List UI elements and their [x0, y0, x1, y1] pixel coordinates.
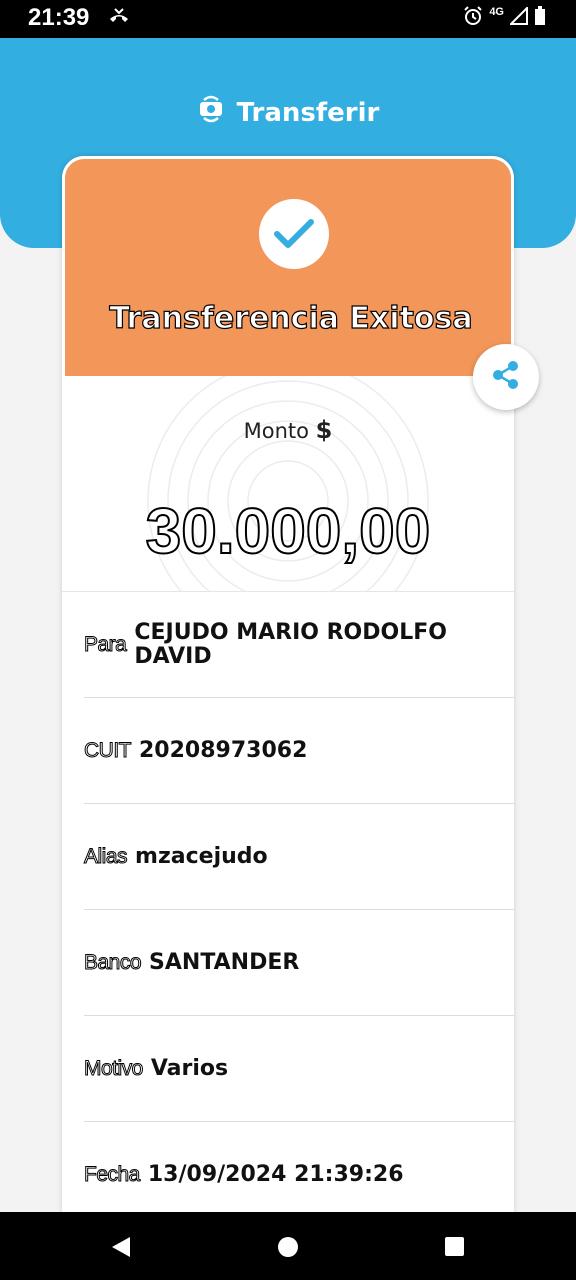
missed-call-icon	[108, 7, 130, 31]
alarm-icon	[463, 6, 483, 30]
detail-label: CUIT	[84, 738, 133, 762]
home-icon[interactable]	[278, 1237, 298, 1257]
details-list: Para CEJUDO MARIO RODOLFO DAVID CUIT 202…	[62, 591, 514, 1216]
detail-value: SANTANDER	[149, 949, 300, 975]
status-icons: 4G	[463, 5, 546, 30]
amount-section: Monto $ 30.000,00	[62, 376, 514, 591]
check-icon	[259, 199, 329, 269]
transfer-icon	[197, 94, 225, 131]
share-icon	[489, 358, 523, 396]
success-banner: Transferencia Exitosa	[62, 156, 514, 376]
detail-value: 13/09/2024 21:39:26	[147, 1161, 404, 1187]
detail-row-cuit: CUIT 20208973062	[84, 698, 514, 804]
signal-icon	[508, 5, 528, 29]
back-icon[interactable]	[110, 1236, 132, 1262]
battery-icon	[534, 6, 546, 30]
detail-value: mzacejudo	[135, 843, 268, 869]
receipt-card: Transferencia Exitosa Monto $ 30.000,00 …	[62, 156, 514, 1216]
detail-label: Motivo	[84, 1056, 144, 1080]
share-button[interactable]	[473, 344, 539, 410]
amount-value: 30.000,00	[145, 494, 432, 568]
detail-row-alias: Alias mzacejudo	[83, 804, 514, 910]
detail-value: Varios	[150, 1055, 229, 1081]
header-title-text: Transferir	[236, 97, 380, 128]
detail-label: Alias	[83, 844, 128, 868]
detail-label: Fecha	[84, 1162, 141, 1186]
recent-apps-icon[interactable]	[445, 1237, 464, 1256]
detail-value: CEJUDO MARIO RODOLFO DAVID	[134, 619, 447, 669]
detail-row-para: Para CEJUDO MARIO RODOLFO DAVID	[83, 592, 514, 698]
detail-value: 20208973062	[139, 737, 308, 763]
amount-label: Monto $	[62, 416, 514, 444]
amount-label-text: Monto	[243, 419, 309, 443]
header-title: Transferir	[0, 94, 576, 131]
network-type: 4G	[489, 6, 504, 18]
detail-label: Banco	[83, 950, 142, 974]
status-time: 21:39	[28, 4, 90, 31]
detail-row-motivo: Motivo Varios	[84, 1016, 514, 1122]
detail-label: Para	[83, 632, 127, 656]
currency-symbol: $	[315, 416, 333, 444]
navigation-bar	[0, 1212, 576, 1280]
status-bar: 21:39 4G	[0, 0, 576, 38]
success-title: Transferencia Exitosa	[109, 300, 473, 336]
detail-row-banco: Banco SANTANDER	[83, 910, 514, 1016]
detail-row-fecha: Fecha 13/09/2024 21:39:26	[84, 1122, 514, 1216]
